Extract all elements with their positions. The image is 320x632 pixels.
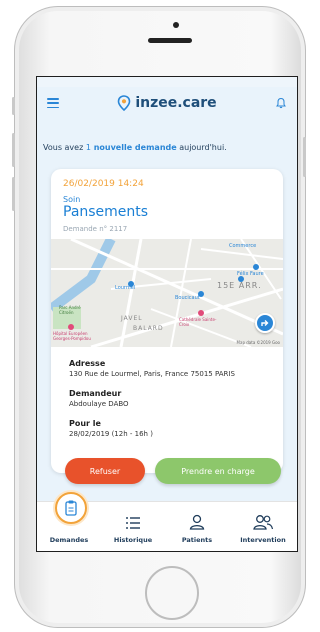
notice-highlight: nouvelle demande (90, 143, 177, 152)
address-value: 130 Rue de Lourmel, Paris, France 75015 … (69, 370, 235, 378)
power-button (303, 137, 306, 177)
map-label-javel: JAVEL (121, 315, 143, 322)
map-credit: Map data ©2019 Goo (236, 340, 280, 345)
requester-label: Demandeur (69, 389, 122, 398)
proximity-sensor (173, 22, 179, 28)
clipboard-icon (65, 500, 77, 516)
location-map[interactable]: Commerce Félix Faure 15E ARR. Parc André… (51, 239, 283, 347)
map-label-hopital: Hôpital Européen Georges-Pompidou (53, 331, 91, 341)
map-label-felix-faure: Félix Faure (237, 271, 264, 277)
refuse-button[interactable]: Refuser (65, 458, 145, 484)
for-label: Pour le (69, 419, 101, 428)
notice-prefix: Vous avez (43, 143, 86, 152)
directions-icon (261, 320, 269, 326)
status-bar (37, 77, 297, 87)
volume-down-button (12, 177, 15, 211)
home-button[interactable] (145, 566, 199, 620)
address-label: Adresse (69, 359, 106, 368)
tab-label-intervention: Intervention (240, 536, 286, 544)
location-pin-icon (118, 95, 131, 111)
request-number: Demande n° 2117 (63, 225, 128, 233)
volume-up-button (12, 133, 15, 167)
map-label-lourmel: Lourmel (115, 285, 136, 291)
map-label-15e: 15E ARR. (217, 281, 262, 290)
tab-label-historique: Historique (113, 536, 153, 544)
mute-switch (12, 97, 15, 115)
request-title: Pansements (63, 204, 149, 220)
directions-button[interactable] (255, 313, 275, 333)
map-label-cathedrale: Cathédrale Sainte-Croix (179, 317, 217, 327)
brand-logo: inzee.care (117, 95, 217, 111)
accept-button[interactable]: Prendre en charge (155, 458, 281, 484)
request-card[interactable]: 26/02/2019 14:24 Soin Pansements Demande… (51, 169, 283, 473)
notice-suffix: aujourd'hui. (176, 143, 227, 152)
app-screen: inzee.care Vous avez 1 nouvelle demande … (36, 76, 298, 552)
map-label-boucicaut: Boucicaut (175, 295, 200, 301)
tab-bar: Demandes Historique Patients Interventio… (37, 492, 297, 551)
tab-label-patients: Patients (181, 536, 213, 544)
tab-demandes[interactable]: Demandes (39, 492, 99, 551)
menu-icon[interactable] (47, 98, 59, 108)
for-value: 28/02/2019 (12h - 16h ) (69, 430, 153, 438)
request-category: Soin (63, 195, 81, 204)
app-header: inzee.care (37, 87, 297, 119)
bell-icon[interactable] (275, 97, 287, 109)
tab-patients[interactable]: Patients (167, 502, 227, 551)
list-icon (126, 517, 140, 529)
earpiece-speaker (148, 38, 192, 43)
tab-active-indicator (55, 492, 87, 524)
map-label-balard: BALARD (133, 325, 164, 332)
tab-historique[interactable]: Historique (103, 502, 163, 551)
map-label-parc: Parc André Citroën (59, 305, 81, 315)
tab-label-demandes: Demandes (49, 536, 89, 544)
tab-intervention[interactable]: Intervention (233, 502, 293, 551)
brand-name: inzee.care (135, 95, 217, 111)
map-label-commerce: Commerce (229, 243, 257, 249)
new-request-notice: Vous avez 1 nouvelle demande aujourd'hui… (43, 143, 295, 152)
users-icon (253, 515, 274, 530)
requester-value: Abdoulaye DABO (69, 400, 129, 408)
request-datetime: 26/02/2019 14:24 (63, 179, 144, 189)
user-icon (189, 514, 205, 530)
